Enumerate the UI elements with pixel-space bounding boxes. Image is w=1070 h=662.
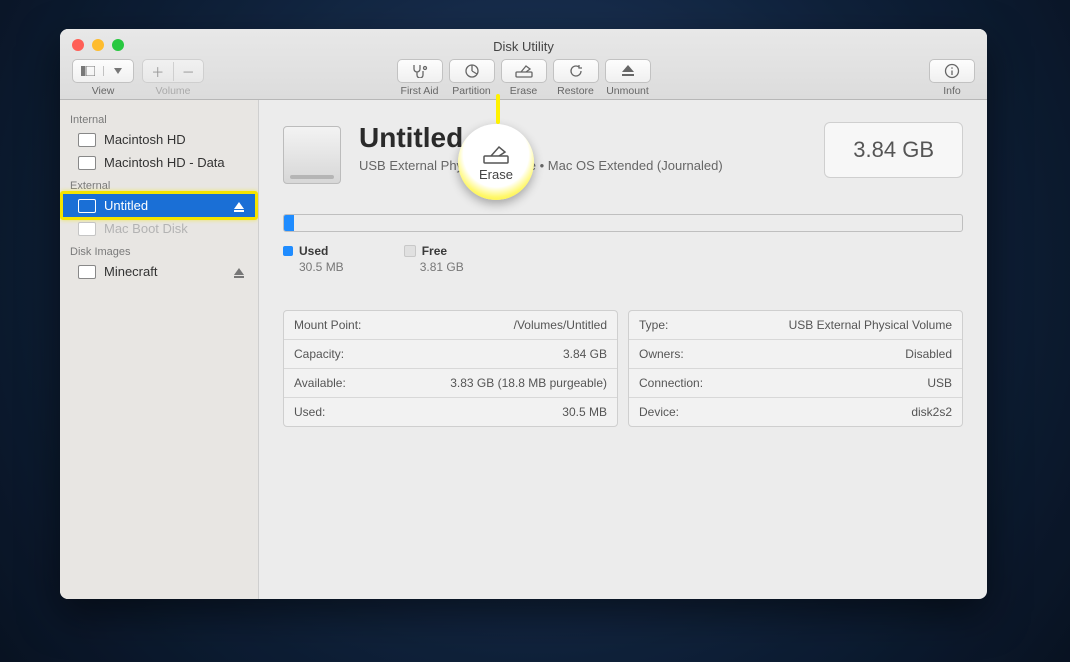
partition-label: Partition — [452, 85, 491, 97]
disk-icon — [78, 199, 96, 213]
restore-button[interactable]: Restore — [553, 59, 599, 97]
free-value: 3.81 GB — [404, 260, 464, 274]
first-aid-button[interactable]: First Aid — [397, 59, 443, 97]
info-column-right: Type: USB External Physical Volume Owners:… — [628, 310, 963, 427]
erase-label: Erase — [510, 85, 537, 97]
usage-bar-used — [284, 215, 294, 231]
info-key: Mount Point: — [294, 318, 361, 332]
sidebar-item-mac-boot-disk[interactable]: Mac Boot Disk — [60, 217, 258, 240]
usage-bar — [283, 214, 963, 232]
info-row: Connection: USB — [629, 369, 962, 398]
sidebar: Internal Macintosh HD Macintosh HD - Dat… — [60, 100, 259, 599]
titlebar: Disk Utility View ＋ － Volume — [60, 29, 987, 100]
info-key: Used: — [294, 405, 325, 419]
info-key: Device: — [639, 405, 679, 419]
volume-name: Untitled — [359, 122, 723, 154]
volume-label: Volume — [155, 85, 190, 97]
eject-icon — [605, 59, 651, 83]
info-row: Owners: Disabled — [629, 340, 962, 369]
free-swatch — [404, 245, 416, 257]
sidebar-item-macintosh-hd-data[interactable]: Macintosh HD - Data — [60, 151, 258, 174]
restore-label: Restore — [557, 85, 594, 97]
used-label: Used — [299, 244, 328, 258]
sidebar-item-untitled[interactable]: Untitled — [60, 194, 258, 217]
info-value: 30.5 MB — [562, 405, 607, 419]
volume-icon — [283, 126, 341, 184]
stethoscope-icon — [397, 59, 443, 83]
disk-utility-window: Disk Utility View ＋ － Volume — [60, 29, 987, 599]
info-key: Available: — [294, 376, 346, 390]
unmount-label: Unmount — [606, 85, 649, 97]
sidebar-item-label: Mac Boot Disk — [104, 221, 188, 236]
free-label: Free — [422, 244, 447, 258]
info-value: /Volumes/Untitled — [514, 318, 607, 332]
info-row: Used: 30.5 MB — [284, 398, 617, 426]
disk-icon — [78, 133, 96, 147]
info-key: Capacity: — [294, 347, 344, 361]
info-row: Available: 3.83 GB (18.8 MB purgeable) — [284, 369, 617, 398]
disk-icon — [78, 265, 96, 279]
info-value: disk2s2 — [911, 405, 952, 419]
volume-button: ＋ － Volume — [142, 59, 204, 97]
used-swatch — [283, 246, 293, 256]
used-value: 30.5 MB — [283, 260, 344, 274]
sidebar-item-label: Macintosh HD - Data — [104, 155, 225, 170]
main-content: Untitled USB External Physical Volume • … — [259, 100, 987, 599]
view-button[interactable]: View — [72, 59, 134, 97]
info-key: Connection: — [639, 376, 703, 390]
info-row: Device: disk2s2 — [629, 398, 962, 426]
sidebar-item-minecraft[interactable]: Minecraft — [60, 260, 258, 283]
plus-icon: ＋ — [143, 62, 174, 81]
eject-icon[interactable] — [234, 268, 244, 275]
minus-icon: － — [174, 62, 204, 81]
sidebar-item-macintosh-hd[interactable]: Macintosh HD — [60, 128, 258, 151]
disk-icon — [78, 156, 96, 170]
eject-icon[interactable] — [234, 202, 244, 209]
info-row: Mount Point: /Volumes/Untitled — [284, 311, 617, 340]
info-column-left: Mount Point: /Volumes/Untitled Capacity: 3.… — [283, 310, 618, 427]
info-value: USB External Physical Volume — [789, 318, 952, 332]
volume-size: 3.84 GB — [824, 122, 963, 178]
sidebar-item-label: Macintosh HD — [104, 132, 186, 147]
info-value: 3.84 GB — [563, 347, 607, 361]
info-key: Owners: — [639, 347, 684, 361]
erase-button[interactable]: Erase — [501, 59, 547, 97]
sidebar-item-label: Minecraft — [104, 264, 157, 279]
erase-icon — [501, 59, 547, 83]
view-label: View — [92, 85, 115, 97]
info-icon — [929, 59, 975, 83]
info-row: Type: USB External Physical Volume — [629, 311, 962, 340]
info-label: Info — [943, 85, 961, 97]
info-key: Type: — [639, 318, 668, 332]
window-title: Disk Utility — [60, 39, 987, 54]
sidebar-group-disk-images: Disk Images — [60, 240, 258, 260]
first-aid-label: First Aid — [401, 85, 439, 97]
sidebar-group-external: External — [60, 174, 258, 194]
disk-icon — [78, 222, 96, 236]
info-row: Capacity: 3.84 GB — [284, 340, 617, 369]
volume-subtitle: USB External Physical Volume • Mac OS Ex… — [359, 158, 723, 173]
info-value: Disabled — [905, 347, 952, 361]
restore-icon — [553, 59, 599, 83]
unmount-button[interactable]: Unmount — [605, 59, 651, 97]
partition-button[interactable]: Partition — [449, 59, 495, 97]
sidebar-item-label: Untitled — [104, 198, 148, 213]
pie-icon — [449, 59, 495, 83]
info-value: 3.83 GB (18.8 MB purgeable) — [450, 376, 607, 390]
info-button[interactable]: Info — [929, 59, 975, 97]
legend-used: Used 30.5 MB — [283, 244, 344, 274]
info-value: USB — [927, 376, 952, 390]
sidebar-group-internal: Internal — [60, 108, 258, 128]
legend-free: Free 3.81 GB — [404, 244, 464, 274]
